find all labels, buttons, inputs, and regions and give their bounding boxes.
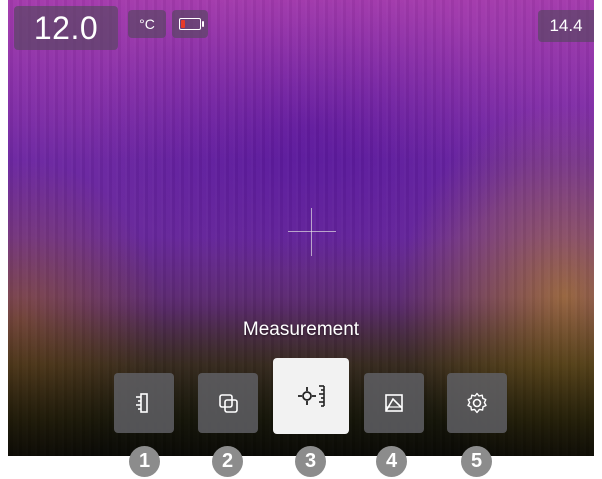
spot-temperature-value: 12.0 [33,9,99,46]
temperature-unit-label: °C [139,16,155,32]
battery-level-fill [181,20,185,28]
measurement-button[interactable] [273,358,349,434]
spot-measure-icon [298,385,325,407]
scale-max-temperature-value: 14.4 [549,16,583,35]
callout-number-5: 5 [461,446,492,477]
callout-number-2: 2 [212,446,243,477]
battery-indicator [172,10,208,38]
battery-icon [179,18,204,30]
crosshair-vertical [311,208,312,256]
callout-number-4: 4 [376,446,407,477]
image-mode-button[interactable] [198,373,258,433]
settings-button[interactable] [447,373,507,433]
image-overlay-icon [219,394,238,413]
ruler-icon [136,393,148,413]
crosshair-horizontal [288,231,336,232]
spot-temperature-readout: 12.0 [14,6,118,50]
menu-title: Measurement [242,319,360,340]
crosshair-icon [288,208,336,256]
color-palette-icon [385,394,403,412]
temperature-unit-badge: °C [128,10,166,38]
scale-max-temperature: 14.4 [538,10,594,42]
measure-tool-button[interactable] [114,373,174,433]
thermal-viewfinder: 12.0 °C 14.4 Measurement [8,0,594,456]
settings-gear-icon [467,392,487,414]
color-palette-button[interactable] [364,373,424,433]
callout-number-3: 3 [295,446,326,477]
callout-number-1: 1 [129,446,160,477]
